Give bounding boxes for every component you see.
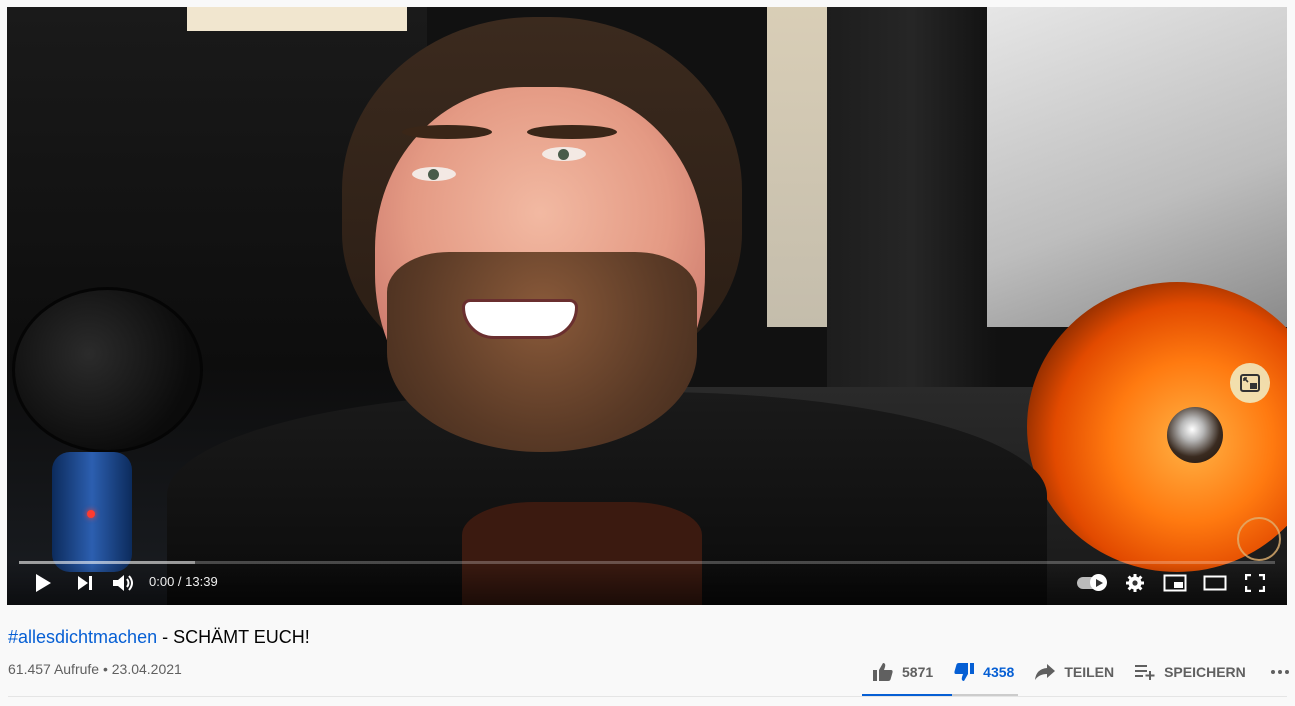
autoplay-knob: [1090, 574, 1107, 591]
like-button[interactable]: 5871: [862, 662, 943, 682]
video-actions: 5871 4358 TEILEN SPEICHERN: [862, 654, 1295, 690]
time-display: 0:00 / 13:39: [149, 574, 218, 589]
frame-wall: [987, 7, 1287, 327]
gear-icon: [1126, 574, 1144, 592]
video-player[interactable]: 0:00 / 13:39: [7, 7, 1287, 605]
play-icon: [36, 574, 51, 592]
playlist-add-icon: [1135, 665, 1155, 680]
more-horizontal-icon: [1270, 670, 1289, 674]
save-button[interactable]: SPEICHERN: [1124, 663, 1256, 681]
video-meta: 61.457 Aufrufe • 23.04.2021: [8, 661, 182, 677]
miniplayer-overlay-icon[interactable]: [1230, 363, 1270, 403]
frame-pop-filter: [12, 287, 203, 453]
frame-beard: [387, 252, 697, 452]
theater-mode-button[interactable]: [1201, 569, 1229, 597]
rating-bar-likes: [862, 694, 952, 696]
frame-eye: [412, 167, 456, 181]
volume-icon: [113, 575, 133, 591]
theater-mode-icon: [1203, 575, 1227, 591]
save-label: SPEICHERN: [1164, 664, 1246, 680]
more-actions-button[interactable]: [1256, 669, 1295, 675]
dislike-count: 4358: [983, 664, 1015, 680]
share-icon: [1035, 664, 1056, 680]
next-button[interactable]: [71, 569, 99, 597]
title-hashtag-link[interactable]: #allesdichtmachen: [8, 627, 157, 647]
player-controls: 0:00 / 13:39: [7, 561, 1287, 605]
frame-mouth: [462, 299, 578, 339]
share-button[interactable]: TEILEN: [1024, 663, 1124, 681]
fullscreen-button[interactable]: [1241, 569, 1269, 597]
play-button[interactable]: [29, 569, 57, 597]
channel-watermark[interactable]: [1237, 517, 1281, 561]
autoplay-toggle[interactable]: [1077, 574, 1107, 591]
frame-mic-led: [87, 510, 95, 518]
fullscreen-icon: [1245, 574, 1265, 592]
frame-brow: [527, 125, 617, 139]
like-count: 5871: [902, 664, 934, 680]
frame-lamp-bulb: [1167, 407, 1223, 463]
frame-eye: [542, 147, 586, 161]
frame-curtain: [827, 7, 997, 427]
next-icon: [78, 576, 92, 590]
miniplayer-button[interactable]: [1161, 569, 1189, 597]
video-title: #allesdichtmachen - SCHÄMT EUCH!: [8, 627, 310, 648]
thumbs-up-icon: [873, 663, 893, 681]
miniplayer-icon: [1163, 574, 1187, 592]
share-label: TEILEN: [1064, 664, 1115, 680]
settings-button[interactable]: [1121, 569, 1149, 597]
frame-background: [187, 7, 407, 31]
divider: [8, 696, 1287, 697]
volume-button[interactable]: [110, 569, 138, 597]
rating-bar: [862, 694, 1018, 696]
video-frame[interactable]: [7, 7, 1287, 605]
title-text: - SCHÄMT EUCH!: [157, 627, 310, 647]
thumbs-down-icon: [954, 663, 975, 681]
frame-brow: [402, 125, 492, 139]
autoplay-play-icon: [1095, 578, 1103, 587]
dislike-button[interactable]: 4358: [943, 662, 1024, 682]
